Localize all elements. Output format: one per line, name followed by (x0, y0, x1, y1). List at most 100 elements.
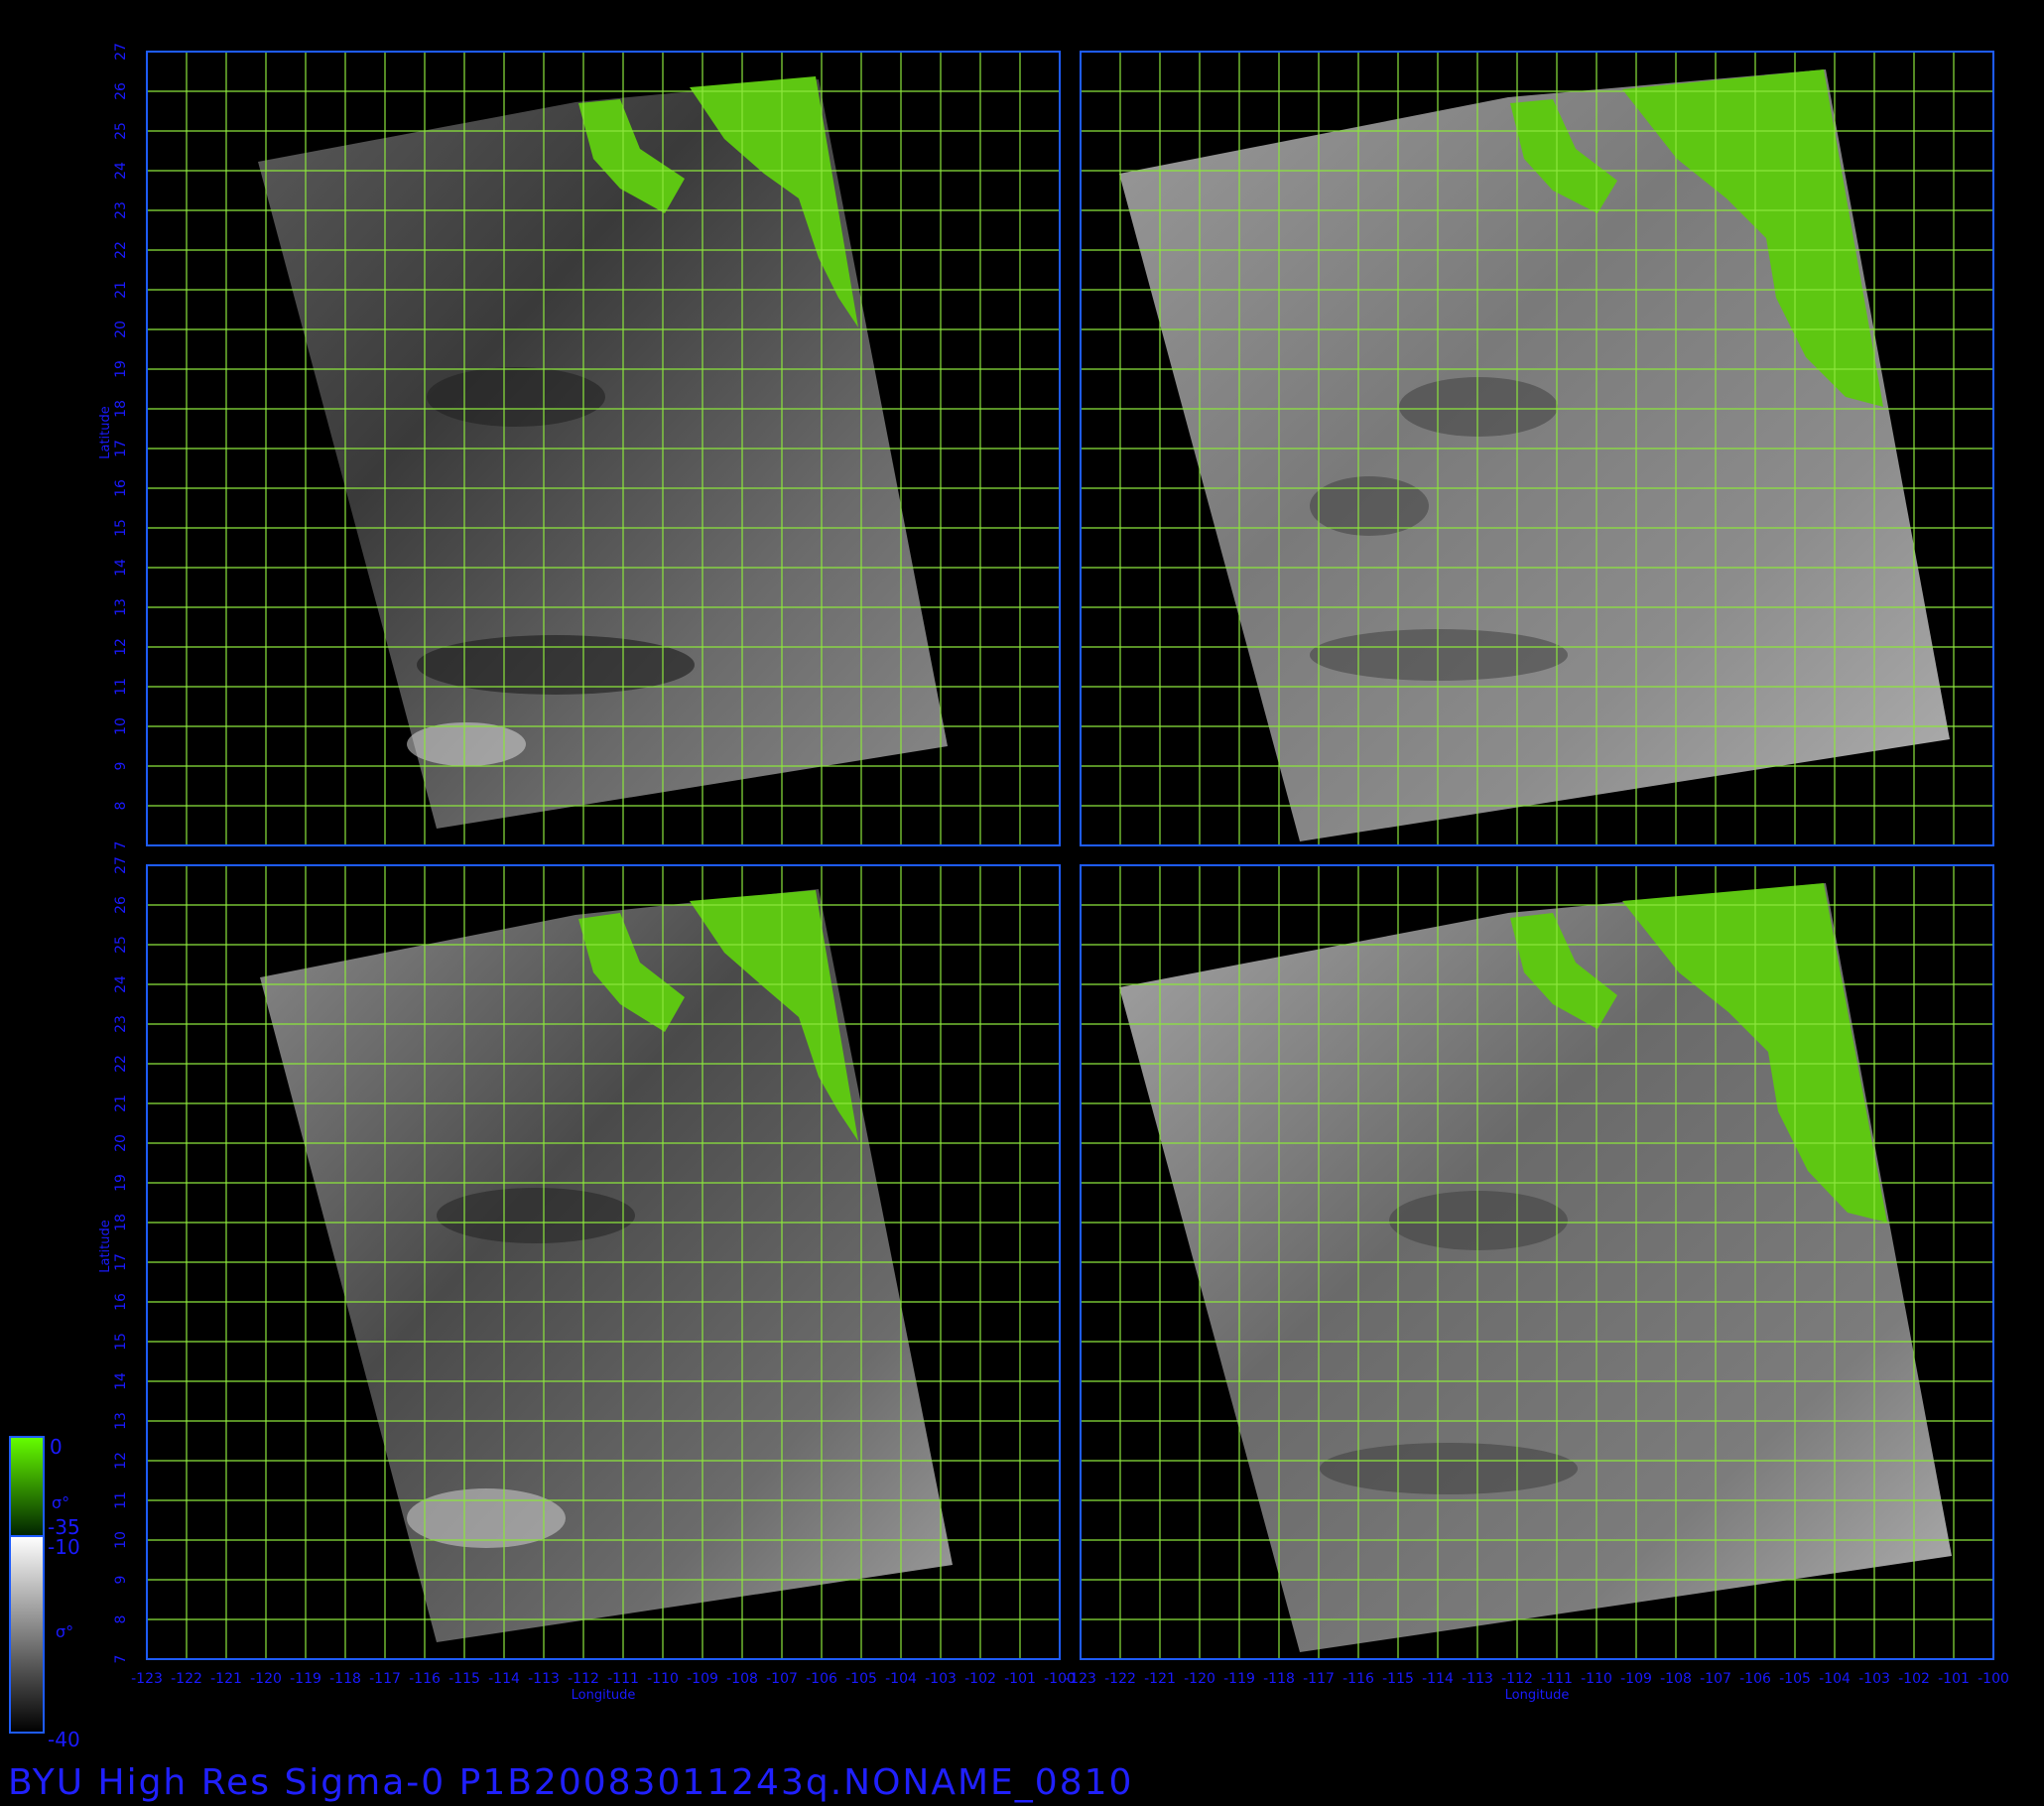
panel-upper-right (1080, 51, 1994, 846)
lat-tick-label: 27 (113, 856, 129, 874)
lon-tick-label: -107 (1700, 1671, 1731, 1687)
ocean-swath (258, 79, 948, 829)
lat-tick-label: 20 (113, 1134, 129, 1152)
colorbar-land-swatch (9, 1436, 45, 1537)
lon-tick-label: -108 (726, 1671, 758, 1687)
lon-tick-label: -104 (885, 1671, 917, 1687)
lat-tick-label: 17 (113, 1253, 129, 1271)
ocean-swath (260, 889, 953, 1642)
lat-tick-label: 22 (113, 1055, 129, 1073)
x-axis-title: Longitude (572, 1688, 636, 1703)
lon-tick-label: -107 (766, 1671, 798, 1687)
lon-tick-label: -117 (1303, 1671, 1335, 1687)
grid-upper-right (1080, 51, 1994, 846)
lon-tick-label: -116 (409, 1671, 441, 1687)
figure-title: BYU High Res Sigma-0 P1B20083011243q.NON… (8, 1762, 1134, 1803)
lat-tick-label: 18 (113, 400, 129, 418)
lat-tick-label: 13 (113, 1412, 129, 1430)
lon-tick-label: -108 (1660, 1671, 1692, 1687)
lon-tick-label: -109 (1620, 1671, 1652, 1687)
lat-tick-label: 7 (113, 841, 129, 850)
lon-tick-label: -116 (1342, 1671, 1374, 1687)
lat-tick-label: 11 (113, 678, 129, 696)
lon-tick-label: -122 (1104, 1671, 1136, 1687)
dark-band (1399, 377, 1558, 437)
lat-tick-label: 9 (113, 762, 129, 771)
lat-tick-label: 9 (113, 1576, 129, 1585)
colorbar-ocean-bottom-label: -40 (48, 1728, 80, 1751)
swath-upper-left (258, 76, 948, 829)
bright-patch (407, 1488, 566, 1548)
swath-upper-right (1119, 69, 1950, 841)
dark-band (437, 1188, 635, 1243)
lon-tick-label: -123 (1065, 1671, 1096, 1687)
lon-tick-label: -120 (250, 1671, 282, 1687)
lat-tick-label: 22 (113, 241, 129, 259)
lat-tick-label: 12 (113, 1452, 129, 1470)
lat-tick-label: 18 (113, 1214, 129, 1231)
lat-tick-label: 25 (113, 122, 129, 140)
swath-lower-left (260, 889, 953, 1642)
dark-band (417, 635, 695, 695)
panel-lower-right (1080, 864, 1994, 1660)
lon-tick-label: -114 (488, 1671, 520, 1687)
lon-tick-label: -111 (607, 1671, 639, 1687)
colorbar-land-top-label: 0 (50, 1435, 63, 1459)
lat-tick-label: 19 (113, 360, 129, 378)
lon-tick-label: -106 (806, 1671, 837, 1687)
lat-tick-label: 15 (113, 519, 129, 537)
panel-lower-left (146, 864, 1061, 1660)
lon-tick-label: -117 (369, 1671, 401, 1687)
dark-band (1310, 629, 1568, 681)
lon-tick-label: -113 (528, 1671, 560, 1687)
lat-tick-label: 16 (113, 1293, 129, 1311)
lon-tick-label: -104 (1819, 1671, 1851, 1687)
lon-tick-label: -100 (1978, 1671, 2009, 1687)
lon-tick-label: -115 (1382, 1671, 1414, 1687)
lon-tick-label: -102 (1898, 1671, 1930, 1687)
lon-tick-label: -118 (329, 1671, 361, 1687)
lon-tick-label: -110 (1581, 1671, 1612, 1687)
lon-tick-label: -112 (568, 1671, 599, 1687)
lon-tick-label: -121 (210, 1671, 242, 1687)
grid-upper-left (146, 51, 1061, 846)
colorbar-ocean-symbol: σ° (56, 1622, 73, 1641)
lon-tick-label: -103 (1858, 1671, 1890, 1687)
lon-tick-label: -111 (1541, 1671, 1573, 1687)
lat-tick-label: 24 (113, 162, 129, 180)
lat-tick-label: 24 (113, 975, 129, 993)
lat-tick-label: 17 (113, 440, 129, 457)
colorbar-ocean-swatch (9, 1535, 45, 1734)
lat-tick-label: 8 (113, 1615, 129, 1624)
lat-tick-label: 26 (113, 896, 129, 914)
lon-tick-label: -112 (1501, 1671, 1533, 1687)
dark-band (1310, 476, 1429, 536)
lon-tick-label: -105 (845, 1671, 877, 1687)
lon-tick-label: -121 (1144, 1671, 1176, 1687)
lat-tick-label: 23 (113, 201, 129, 219)
lon-tick-label: -106 (1739, 1671, 1771, 1687)
lat-tick-label: 21 (113, 281, 129, 299)
lon-tick-label: -123 (131, 1671, 163, 1687)
lon-tick-label: -101 (1004, 1671, 1036, 1687)
lon-tick-label: -102 (964, 1671, 996, 1687)
lon-tick-label: -101 (1938, 1671, 1970, 1687)
lon-tick-label: -119 (1223, 1671, 1255, 1687)
lat-tick-label: 10 (113, 717, 129, 735)
lon-tick-label: -120 (1184, 1671, 1215, 1687)
lat-tick-label: 25 (113, 936, 129, 954)
lon-tick-label: -114 (1422, 1671, 1454, 1687)
lon-tick-label: -113 (1462, 1671, 1493, 1687)
lat-tick-label: 14 (113, 559, 129, 577)
lon-tick-label: -105 (1779, 1671, 1811, 1687)
lat-tick-label: 14 (113, 1372, 129, 1390)
lat-tick-label: 23 (113, 1015, 129, 1033)
grid-lower-left (146, 864, 1061, 1660)
swath-lower-right (1119, 883, 1952, 1652)
lat-tick-label: 11 (113, 1491, 129, 1509)
dark-band (1389, 1191, 1568, 1250)
sigma0-map-figure: 7 8 9 10 11 12 13 14 15 16 17 18 19 20 21 22 23 24 25 26 27 L… (9, 43, 2009, 1751)
lat-tick-label: 15 (113, 1333, 129, 1351)
y-axis-title: Latitude (98, 1220, 113, 1273)
lon-tick-label: -119 (290, 1671, 321, 1687)
